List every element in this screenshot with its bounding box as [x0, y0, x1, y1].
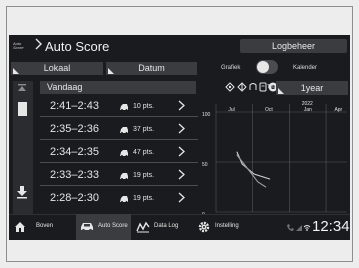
car-score-icon: [120, 150, 128, 157]
signal-icon: [296, 225, 302, 231]
home-icon: [15, 222, 25, 232]
screen: Auto Score Auto Score Logbeheer Lokaal D…: [9, 35, 350, 240]
scroll-thumb[interactable]: [18, 102, 27, 116]
chevron-right-icon: [178, 146, 185, 157]
car-score-icon: [120, 173, 128, 180]
trip-time: 2:28–2:30: [50, 192, 99, 204]
trip-points: 19 pts.: [133, 172, 155, 179]
gear-icon: [198, 221, 210, 233]
scroll-down-icon[interactable]: [16, 185, 28, 199]
x-tick-label: Jan: [304, 107, 312, 113]
score-category-icon: [259, 82, 267, 92]
grafiek-label: Grafiek: [221, 65, 241, 71]
phone-icon: [287, 224, 294, 231]
data-point: [236, 151, 238, 153]
nav-data-log[interactable]: Data Log: [134, 214, 190, 240]
data-point: [265, 186, 267, 188]
chevron-right-icon: [178, 100, 185, 111]
nav-boven-label: Boven: [36, 223, 54, 229]
trip-points: 10 pts.: [133, 103, 155, 110]
tab-datum-label: Datum: [138, 63, 165, 73]
nav-boven[interactable]: Boven: [9, 214, 69, 240]
datalog-icon: [136, 221, 150, 233]
x-tick-label: Jul: [228, 107, 234, 113]
series-line: [236, 154, 267, 188]
clock: 12:34: [312, 218, 350, 235]
data-point: [269, 178, 271, 180]
score-category-icon: [237, 82, 247, 92]
trip-points: 47 pts.: [133, 149, 155, 156]
tab-datum[interactable]: Datum: [106, 62, 197, 75]
y-tick-label: 50: [202, 162, 208, 168]
trip-points: 37 pts.: [133, 126, 155, 133]
x-tick-label: Oct: [265, 107, 273, 113]
list-item[interactable]: 2:33–2:33 19 pts.: [40, 164, 198, 186]
nav-data-log-label: Data Log: [154, 223, 179, 229]
car-icon: [81, 223, 93, 232]
trip-time: 2:33–2:33: [50, 169, 99, 181]
chevron-right-icon: [178, 192, 185, 203]
kalender-label: Kalender: [293, 65, 318, 71]
trip-time: 2:34–2:35: [50, 146, 99, 158]
range-label: 1year: [300, 83, 324, 93]
data-point: [236, 154, 238, 156]
scroll-up-icon[interactable]: [15, 83, 29, 93]
trip-time: 2:35–2:36: [50, 123, 99, 135]
status-icons: [287, 224, 311, 231]
toggle-knob: [257, 61, 269, 73]
car-score-icon: [120, 196, 128, 203]
chevron-right-icon: [178, 169, 185, 180]
x-axis-ticks: Jul Oct2022Jan Apr: [228, 101, 342, 113]
list-group-header: Vandaag: [40, 81, 196, 94]
data-point: [241, 163, 243, 165]
wifi-icon: [303, 225, 311, 231]
series-line: [236, 151, 270, 180]
car-score-icon: [120, 104, 128, 111]
tab-lokaal[interactable]: Lokaal: [11, 62, 103, 75]
back-chevron-icon[interactable]: [33, 38, 43, 50]
list-item[interactable]: 2:28–2:30 19 pts.: [40, 187, 198, 209]
list-item[interactable]: 2:35–2:36 37 pts.: [40, 118, 198, 140]
data-point: [253, 173, 255, 175]
nav-auto-score-label: Auto Score: [98, 223, 128, 229]
nav-instelling-label: Instelling: [215, 223, 239, 229]
trip-time: 2:41–2:43: [50, 100, 99, 112]
x-tick-label: Apr: [334, 107, 342, 113]
chart-grid: [215, 104, 347, 213]
car-score-icon: [120, 127, 128, 134]
chart-series: [236, 151, 271, 188]
y-tick-label: 100: [202, 112, 211, 118]
tab-lokaal-label: Lokaal: [43, 63, 71, 73]
score-category-icon: [225, 82, 235, 92]
logbeheer-button[interactable]: Logbeheer: [240, 39, 347, 53]
data-point: [257, 181, 259, 183]
view-toggle-switch[interactable]: [256, 60, 278, 74]
list-item[interactable]: 2:34–2:35 47 pts.: [40, 141, 198, 163]
data-point: [244, 164, 246, 166]
range-select-button[interactable]: 1year: [276, 81, 348, 95]
y-axis-ticks: 100500: [202, 112, 211, 218]
list-item[interactable]: 2:41–2:43 10 pts.: [40, 95, 198, 117]
nav-instelling[interactable]: Instelling: [195, 214, 255, 240]
nav-auto-score[interactable]: Auto Score: [76, 214, 131, 240]
chevron-right-icon: [178, 123, 185, 134]
auto-score-logo: Auto Score: [13, 41, 24, 50]
trip-points: 19 pts.: [133, 195, 155, 202]
page-title: Auto Score: [45, 39, 110, 54]
score-category-icon: [249, 83, 257, 90]
